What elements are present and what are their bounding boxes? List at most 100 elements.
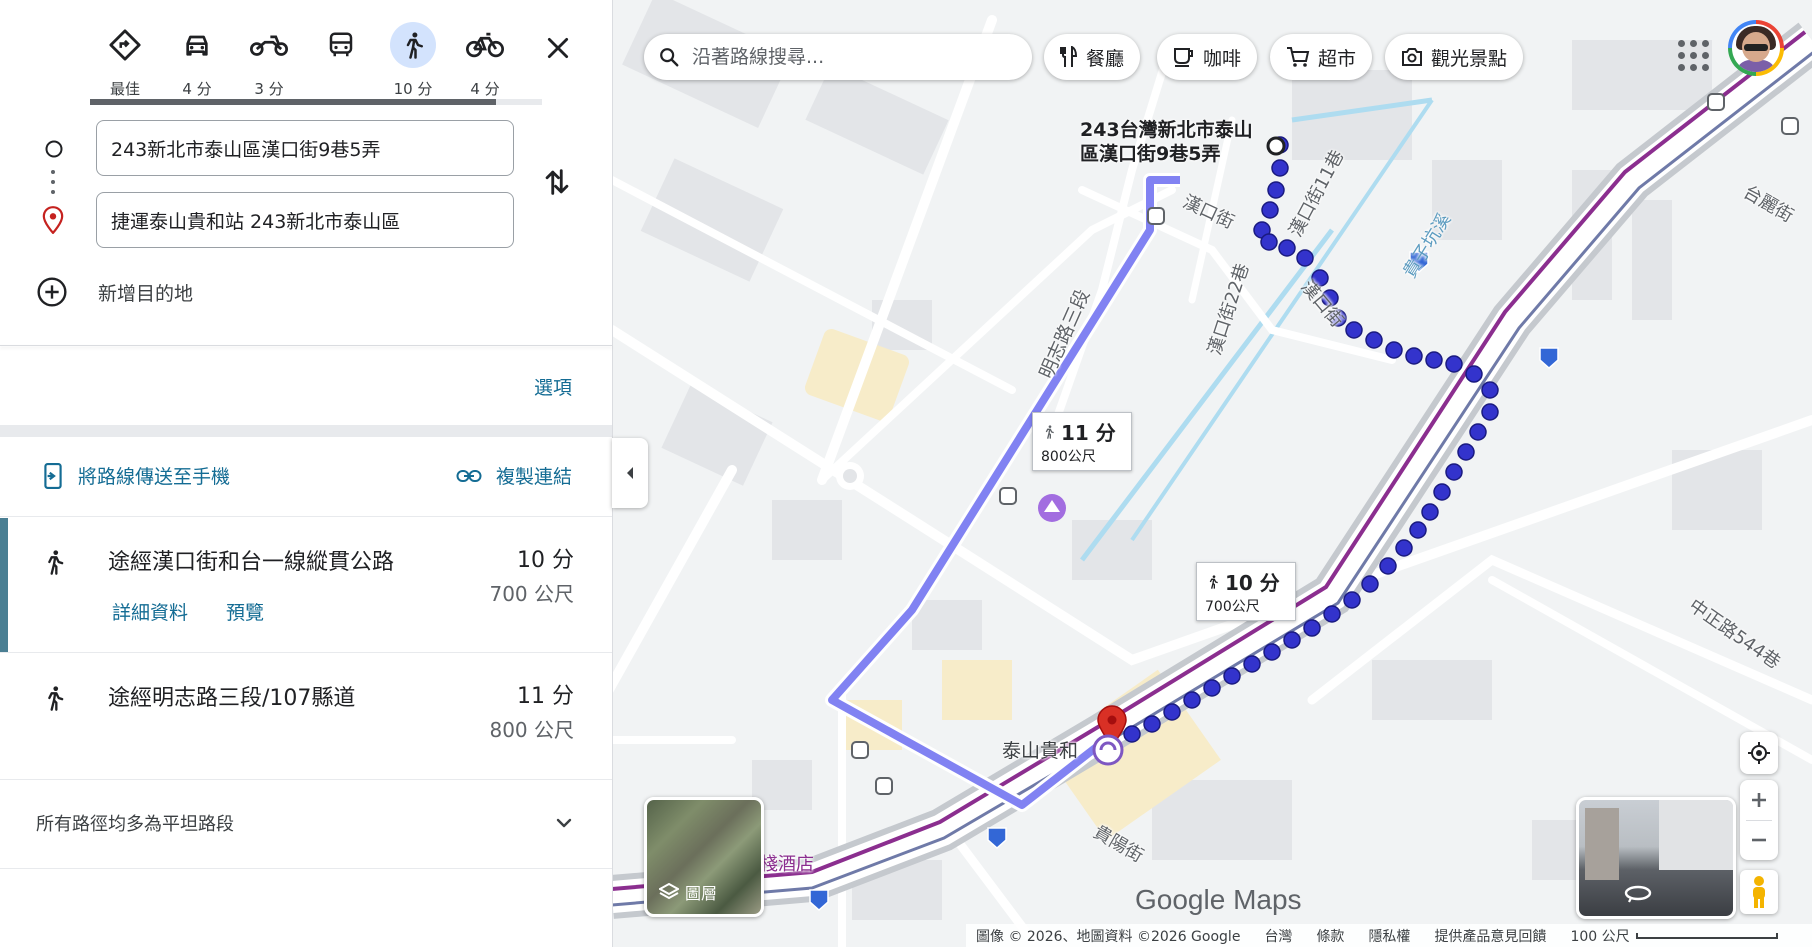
destination-pin-icon xyxy=(42,206,64,238)
route-option-1[interactable]: 途經漢口街和台一線縱貫公路 10 分 700 公尺 詳細資料 預覽 xyxy=(0,518,612,652)
flat-terrain-note: 所有路徑均多為平坦路段 xyxy=(36,814,234,835)
apps-grid-button[interactable] xyxy=(1672,34,1712,74)
waypoint-dots xyxy=(51,170,55,200)
mode-best[interactable]: 最佳 xyxy=(90,22,160,102)
selected-route-time-text: 10 分 xyxy=(1225,571,1280,595)
chip-label: 餐廳 xyxy=(1086,47,1125,70)
apps-dot xyxy=(1690,52,1697,59)
map-footer: 圖像 © 2026、地圖資料 ©2026 Google 台灣 條款 隱私權 提供… xyxy=(966,924,1812,947)
origin-map-label: 243台灣新北市泰山區漢口街9巷5弄 xyxy=(1080,119,1253,165)
layers-label-wrap: 圖層 xyxy=(659,880,717,904)
origin-circle-icon xyxy=(44,139,64,163)
cart-icon xyxy=(1287,47,1310,67)
mode-label: 10 分 xyxy=(393,80,433,98)
close-icon xyxy=(547,37,569,59)
search-icon xyxy=(660,48,679,67)
alt-route-distance: 800公尺 xyxy=(1041,449,1096,465)
alt-route-time: 11 分 xyxy=(1041,417,1123,446)
flat-terrain-toggle[interactable]: 所有路徑均多為平坦路段 xyxy=(36,810,576,836)
walk-icon xyxy=(40,546,68,582)
link-icon xyxy=(456,469,482,482)
walk-icon xyxy=(1045,424,1054,439)
layers-button[interactable]: 圖層 xyxy=(644,797,764,917)
route-distance: 700 公尺 xyxy=(489,582,574,606)
route-search-box[interactable] xyxy=(644,34,1032,80)
mode-label: 3 分 xyxy=(254,80,284,98)
apps-dot xyxy=(1678,64,1685,71)
route-option-2[interactable]: 途經明志路三段/107縣道 11 分 800 公尺 xyxy=(0,654,612,779)
apps-dot xyxy=(1702,64,1709,71)
section-divider xyxy=(0,425,612,437)
street-view-building xyxy=(1585,808,1619,880)
route-search-input[interactable] xyxy=(690,45,994,69)
account-avatar[interactable] xyxy=(1728,20,1784,76)
street-view-building xyxy=(1659,800,1733,870)
alt-route-tooltip[interactable]: 11 分 800公尺 xyxy=(1032,412,1132,471)
selected-route-time: 10 分 xyxy=(1205,567,1287,596)
mode-motorcycle[interactable]: 3 分 xyxy=(234,22,304,102)
route-distance: 800 公尺 xyxy=(489,718,574,742)
feedback-link[interactable]: 提供產品意見回饋 xyxy=(1434,926,1546,946)
route-title: 途經漢口街和台一線縱貫公路 xyxy=(108,550,395,575)
chip-restaurants[interactable]: 餐廳 xyxy=(1044,34,1141,80)
chip-label: 咖啡 xyxy=(1203,47,1242,70)
options-button[interactable]: 選項 xyxy=(534,373,572,400)
route-links: 詳細資料 預覽 xyxy=(112,598,264,625)
origin-input[interactable]: 243新北市泰山區漢口街9巷5弄 xyxy=(96,120,514,176)
station-label: 泰山貴和 xyxy=(1002,740,1079,762)
swap-button[interactable] xyxy=(540,165,574,203)
scale-bar[interactable]: 100 公尺 xyxy=(1570,926,1778,946)
route-time: 11 分 xyxy=(517,684,574,709)
terms-link[interactable]: 條款 xyxy=(1316,926,1344,946)
hotel-label: 棧酒店 xyxy=(760,854,814,875)
apps-dot xyxy=(1690,64,1697,71)
selected-route-indicator xyxy=(0,518,8,652)
chip-supermarket[interactable]: 超市 xyxy=(1270,34,1373,80)
copy-link-label: 複製連結 xyxy=(495,466,572,488)
mode-bicycle[interactable]: 4 分 xyxy=(450,22,520,102)
bicycle-icon xyxy=(462,22,508,68)
street-view-thumbnail[interactable] xyxy=(1576,797,1736,919)
walk-icon xyxy=(390,22,436,68)
coffee-icon xyxy=(1174,48,1193,67)
motorcycle-icon xyxy=(246,22,292,68)
swap-icon xyxy=(545,169,569,195)
mode-label: 4 分 xyxy=(182,80,212,98)
car-icon xyxy=(174,22,220,68)
collapse-panel-button[interactable] xyxy=(612,438,648,508)
region-link[interactable]: 台灣 xyxy=(1264,926,1292,946)
zoom-in-button[interactable] xyxy=(1749,780,1769,820)
destination-input[interactable]: 捷運泰山貴和站 243新北市泰山區 xyxy=(96,192,514,248)
mode-transit[interactable] xyxy=(306,22,376,102)
preview-link[interactable]: 預覽 xyxy=(226,598,264,625)
selected-route-tooltip[interactable]: 10 分 700公尺 xyxy=(1196,562,1296,621)
chip-attractions[interactable]: 觀光景點 xyxy=(1385,34,1524,80)
my-location-button[interactable] xyxy=(1740,732,1778,774)
transit-icon xyxy=(318,22,364,68)
pegman-icon xyxy=(1753,876,1765,908)
mode-label: 最佳 xyxy=(109,80,140,98)
google-maps-logo: Google Maps xyxy=(1135,884,1302,915)
chip-coffee[interactable]: 咖啡 xyxy=(1157,34,1258,80)
apps-dot xyxy=(1678,40,1685,47)
layers-icon xyxy=(659,883,679,900)
mode-walk[interactable]: 10 分 xyxy=(378,22,448,102)
scale-line xyxy=(1635,932,1778,939)
add-destination-button[interactable]: 新增目的地 xyxy=(36,276,193,308)
zoom-controls xyxy=(1740,780,1778,860)
details-link[interactable]: 詳細資料 xyxy=(112,598,188,625)
send-to-phone-button[interactable]: 將路線傳送至手機 xyxy=(42,462,230,489)
walk-icon xyxy=(1209,574,1218,589)
divider xyxy=(0,779,612,780)
route-title: 途經明志路三段/107縣道 xyxy=(108,686,356,711)
close-directions-button[interactable] xyxy=(540,30,576,66)
layers-label: 圖層 xyxy=(685,884,718,903)
mode-car[interactable]: 4 分 xyxy=(162,22,232,102)
restaurant-icon xyxy=(1060,46,1078,67)
add-circle-icon xyxy=(37,277,67,307)
pegman-button[interactable] xyxy=(1740,870,1778,914)
copy-link-button[interactable]: 複製連結 xyxy=(456,462,572,489)
zoom-out-button[interactable] xyxy=(1749,820,1769,860)
apps-dot xyxy=(1702,40,1709,47)
privacy-link[interactable]: 隱私權 xyxy=(1368,926,1410,946)
